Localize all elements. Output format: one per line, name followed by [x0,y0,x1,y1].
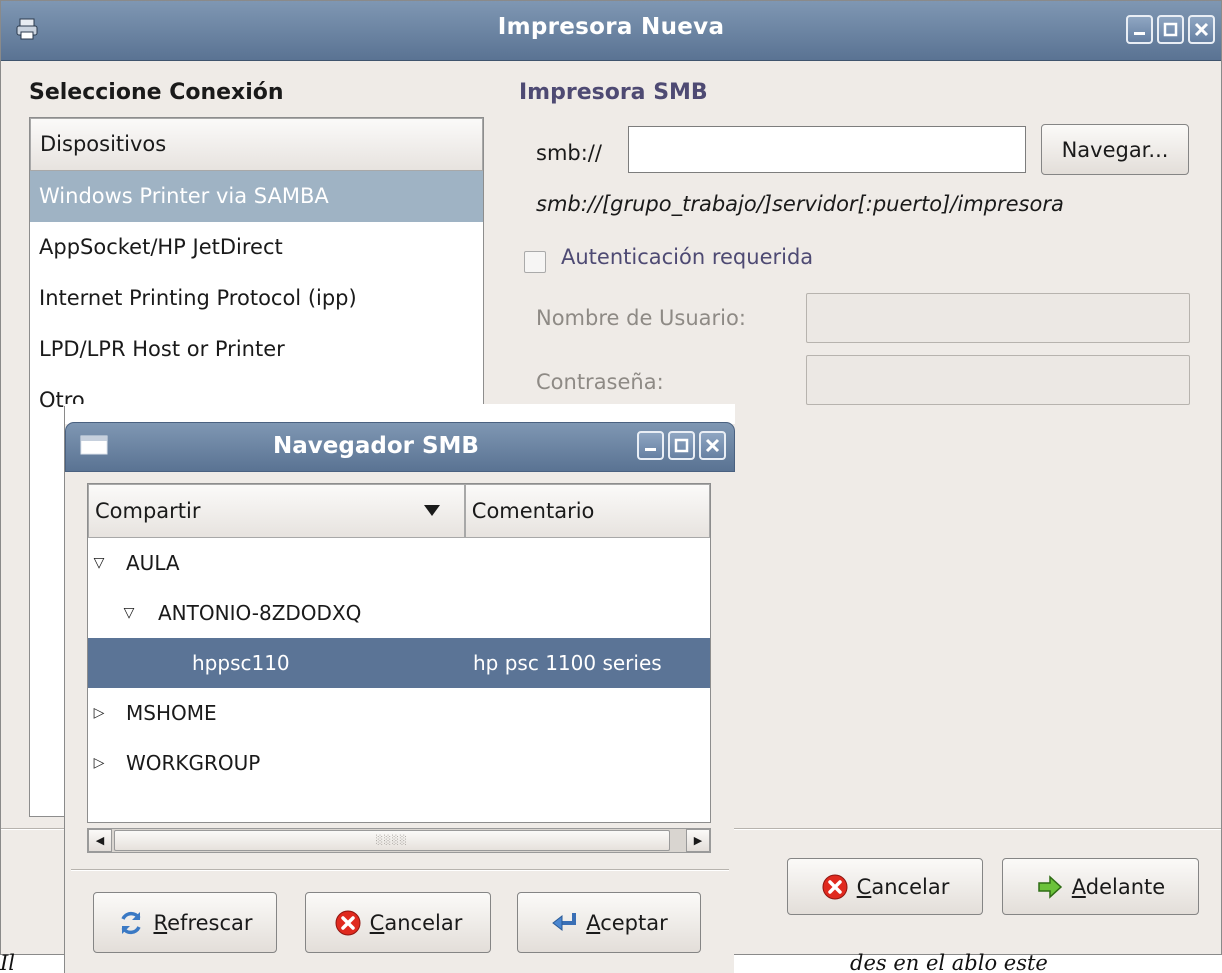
minimize-icon [1134,32,1145,35]
close-button[interactable] [1188,15,1215,44]
smb-prefix-label: smb:// [536,141,602,165]
window-controls [1126,15,1215,44]
window-title: Impresora Nueva [497,14,725,40]
scrollbar-thumb[interactable]: ░░░░ [114,830,670,851]
tree-row-selected[interactable]: hppsc110 hp psc 1100 series [88,638,710,688]
tree-row[interactable]: ▷ WORKGROUP [88,738,710,788]
cancel-icon [335,910,361,935]
sort-down-icon [423,505,440,516]
refresh-label-rest: efrescar [167,910,253,935]
expanded-arrow-icon[interactable]: ▽ [92,538,106,588]
caption-left: Il [0,951,16,973]
share-tree: Compartir Comentario ▽ AULA ▽ ANTONIO-8Z… [87,483,711,823]
column-header-share[interactable]: Compartir [88,484,465,538]
smb-uri-hint: smb://[grupo_trabajo/]servidor[:puerto]/… [536,192,1064,216]
list-header[interactable]: Dispositivos [30,118,483,171]
column-share-label: Compartir [95,499,201,523]
refresh-mnemonic: R [153,910,168,935]
accept-button[interactable]: Aceptar [517,892,701,953]
cancel-mnemonic: C [856,874,872,899]
dialog-cancel-mnemonic: C [369,910,385,935]
forward-label-rest: delante [1085,874,1166,899]
dialog-window-controls [637,431,726,460]
maximize-icon [1163,22,1178,37]
tree-row-name: MSHOME [126,701,217,725]
list-item-lpd[interactable]: LPD/LPR Host or Printer [30,324,483,375]
dialog-minimize-button[interactable] [637,431,664,460]
tree-row[interactable]: ▷ MSHOME [88,688,710,738]
dialog-titlebar[interactable]: Navegador SMB [65,422,735,472]
password-label: Contraseña: [536,370,664,394]
forward-label: Adelante [1072,875,1165,899]
refresh-icon [121,911,142,934]
dialog-cancel-label: Cancelar [370,911,463,935]
dialog-top-gap [65,404,735,424]
dialog-cancel-button[interactable]: Cancelar [305,892,491,953]
forward-button[interactable]: Adelante [1002,858,1199,915]
auth-required-label[interactable]: Autenticación requerida [561,245,813,269]
accept-mnemonic: A [586,910,601,935]
smb-section-title: Impresora SMB [519,80,708,105]
maximize-button[interactable] [1157,15,1184,44]
tree-header: Compartir Comentario [88,484,710,538]
cancel-button[interactable]: Cancelar [787,858,983,915]
accept-label: Aceptar [586,911,668,935]
accept-label-rest: ceptar [600,910,668,935]
minimize-icon [645,448,656,451]
list-item-appsocket[interactable]: AppSocket/HP JetDirect [30,222,483,273]
minimize-button[interactable] [1126,15,1153,44]
tree-row-name: AULA [126,551,180,575]
refresh-label: Refrescar [153,911,252,935]
dialog-maximize-button[interactable] [668,431,695,460]
smb-browser-dialog: Navegador SMB Compartir Comentario ▽ AUL… [64,404,735,973]
accept-icon [552,912,577,931]
password-field[interactable] [806,355,1190,405]
tree-row-name: ANTONIO-8ZDODXQ [158,601,362,625]
section-title: Seleccione Conexión [29,80,284,105]
scroll-left-icon[interactable]: ◀ [88,829,112,852]
dialog-close-button[interactable] [699,431,726,460]
horizontal-scrollbar[interactable]: ◀ ░░░░ ▶ [87,828,711,853]
caption-right: des en el ablo este [850,951,1048,973]
tree-row-name: hppsc110 [192,651,290,675]
dialog-title: Navegador SMB [273,433,479,459]
collapsed-arrow-icon[interactable]: ▷ [92,688,106,738]
tree-row-name: WORKGROUP [126,751,261,775]
cancel-label-rest: ancelar [871,874,950,899]
smb-uri-input[interactable] [628,126,1026,173]
username-label: Nombre de Usuario: [536,306,746,330]
refresh-button[interactable]: Refrescar [93,892,277,953]
username-field[interactable] [806,293,1190,343]
forward-mnemonic: A [1071,874,1086,899]
collapsed-arrow-icon[interactable]: ▷ [92,738,106,788]
auth-required-checkbox[interactable] [524,251,546,273]
main-titlebar[interactable]: Impresora Nueva [1,1,1221,61]
forward-arrow-icon [1038,874,1062,899]
tree-row-comment: hp psc 1100 series [473,651,662,675]
list-item-ipp[interactable]: Internet Printing Protocol (ipp) [30,273,483,324]
dialog-cancel-label-rest: ancelar [384,910,463,935]
window-icon [80,435,108,455]
column-header-comment[interactable]: Comentario [464,484,710,538]
tree-row[interactable]: ▽ ANTONIO-8ZDODXQ [88,588,710,638]
close-icon [1194,22,1209,37]
expanded-arrow-icon[interactable]: ▽ [122,588,136,638]
cancel-label: Cancelar [857,875,950,899]
cancel-icon [822,874,848,899]
close-icon [705,438,720,453]
list-item-samba[interactable]: Windows Printer via SAMBA [30,171,483,222]
dialog-separator [71,869,729,871]
browse-button[interactable]: Navegar... [1041,124,1189,175]
maximize-icon [674,438,689,453]
scroll-right-icon[interactable]: ▶ [686,829,710,852]
tree-row[interactable]: ▽ AULA [88,538,710,588]
